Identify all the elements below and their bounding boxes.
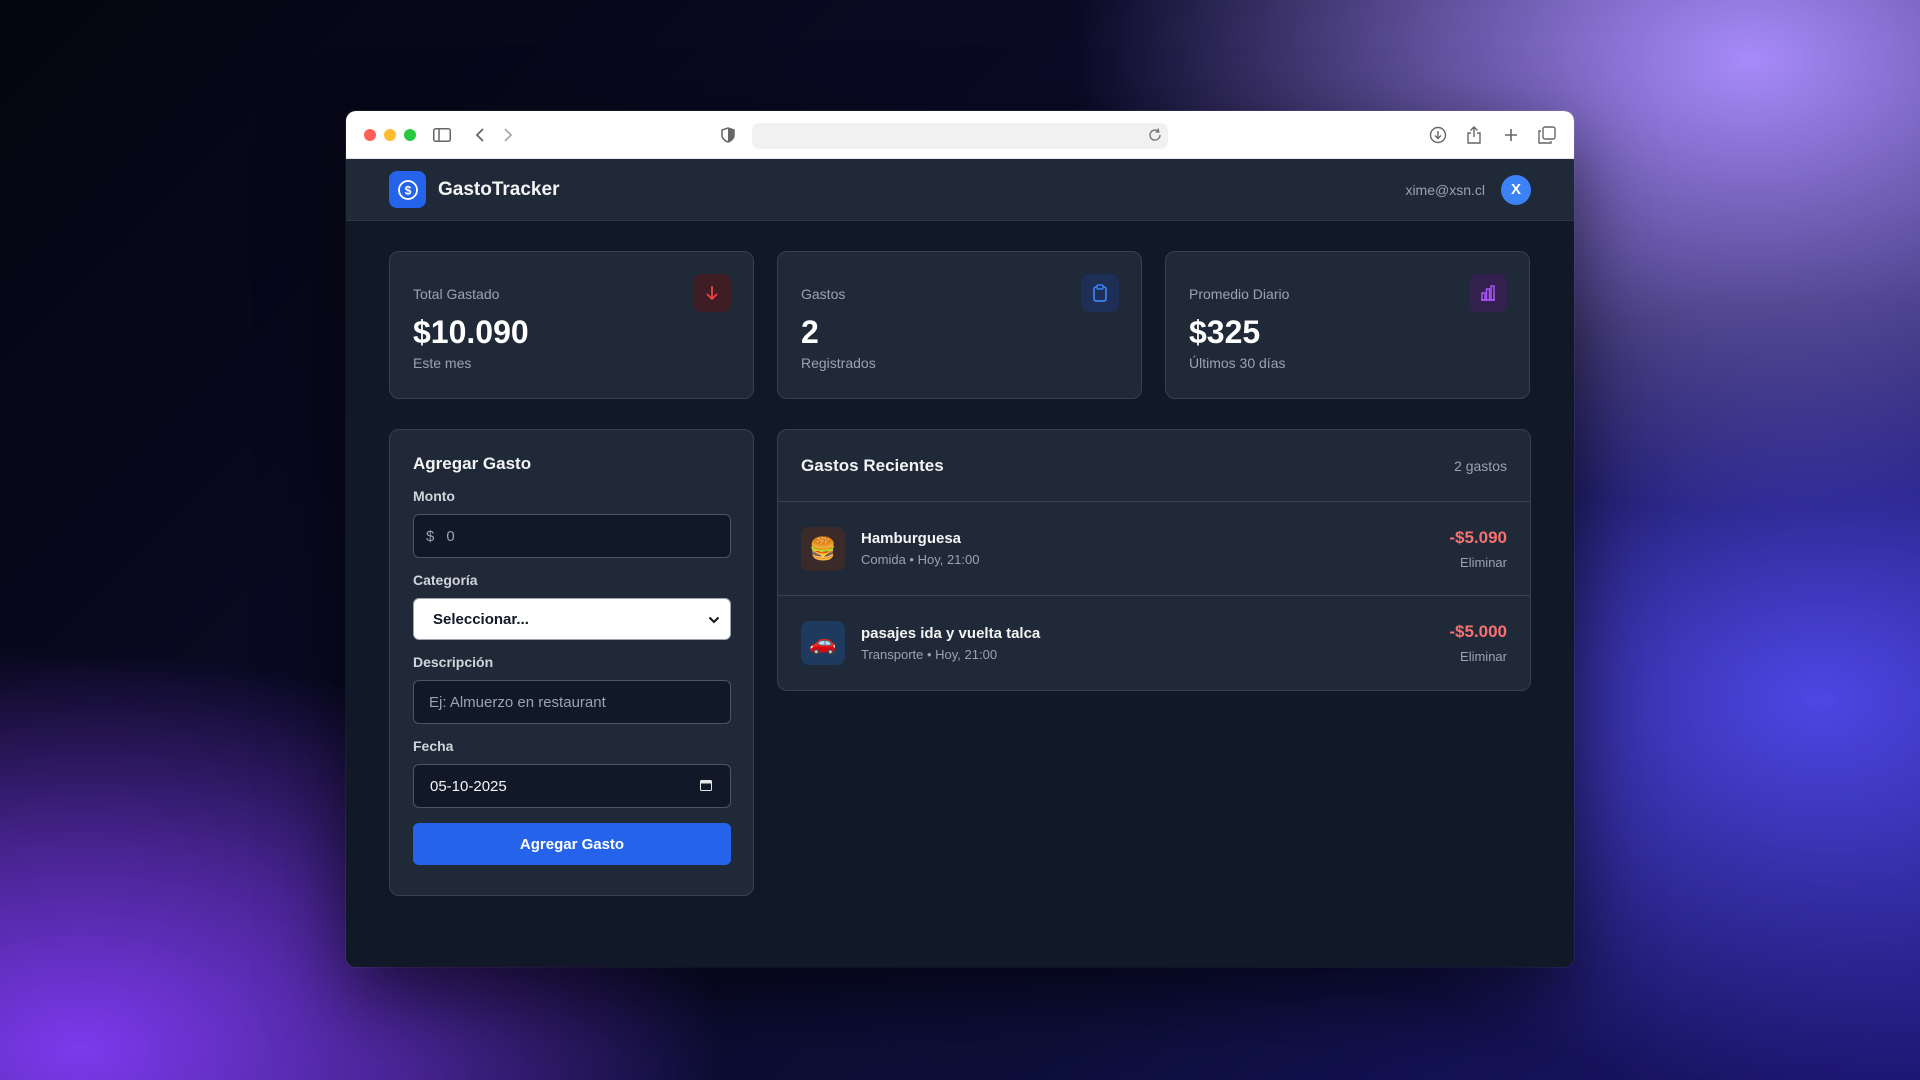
stat-subtitle: Últimos 30 días <box>1189 355 1286 371</box>
chevron-down-icon <box>708 611 720 628</box>
share-icon[interactable] <box>1464 125 1484 145</box>
user-email: xime@xsn.cl <box>1405 181 1485 198</box>
category-select[interactable]: Seleccionar... <box>413 598 731 640</box>
clipboard-icon <box>1081 274 1119 312</box>
date-input[interactable]: 05-10-2025 <box>413 764 731 808</box>
stat-value: $10.090 <box>413 314 529 350</box>
date-value: 05-10-2025 <box>430 777 507 795</box>
stat-subtitle: Este mes <box>413 355 472 371</box>
description-input[interactable]: Ej: Almuerzo en restaurant <box>413 680 731 724</box>
stat-card-count: Gastos 2 Registrados <box>777 251 1142 399</box>
list-item: 🚗 pasajes ida y vuelta talca Transporte … <box>778 596 1530 690</box>
stat-card-total: Total Gastado $10.090 Este mes <box>389 251 754 399</box>
list-item: 🍔 Hamburguesa Comida • Hoy, 21:00 -$5.09… <box>778 502 1530 596</box>
zoom-window-button[interactable] <box>404 128 416 141</box>
category-selected-value: Seleccionar... <box>433 610 529 628</box>
main-content: Total Gastado $10.090 Este mes Gastos 2 … <box>346 221 1574 926</box>
date-label: Fecha <box>413 738 454 754</box>
sidebar-toggle-icon[interactable] <box>432 125 452 145</box>
expense-name: pasajes ida y vuelta talca <box>861 624 1041 642</box>
expense-amount: -$5.000 <box>1449 622 1507 641</box>
arrow-down-icon <box>693 274 731 312</box>
close-window-button[interactable] <box>364 128 376 141</box>
delete-button[interactable]: Eliminar <box>1449 649 1507 664</box>
stat-label: Total Gastado <box>413 286 500 302</box>
stat-label: Gastos <box>801 286 846 302</box>
browser-window: $ GastoTracker xime@xsn.cl X Total Gasta… <box>346 111 1574 967</box>
app-header: $ GastoTracker xime@xsn.cl X <box>346 159 1574 221</box>
dollar-coin-icon: $ <box>389 171 426 208</box>
car-icon: 🚗 <box>801 621 845 665</box>
category-label: Categoría <box>413 572 478 588</box>
recent-expenses-header: Gastos Recientes 2 gastos <box>778 430 1530 502</box>
currency-symbol: $ <box>426 527 435 545</box>
stat-label: Promedio Diario <box>1189 286 1290 302</box>
minimize-window-button[interactable] <box>384 128 396 141</box>
expense-name: Hamburguesa <box>861 530 962 547</box>
delete-button[interactable]: Eliminar <box>1449 555 1507 570</box>
form-title: Agregar Gasto <box>413 454 532 473</box>
add-expense-button[interactable]: Agregar Gasto <box>413 823 731 865</box>
stat-value: 2 <box>801 314 819 350</box>
expense-meta: Transporte • Hoy, 21:00 <box>861 646 998 662</box>
calendar-icon[interactable] <box>700 778 712 795</box>
expense-count: 2 gastos <box>1454 457 1507 474</box>
address-bar[interactable] <box>752 123 1168 149</box>
description-placeholder: Ej: Almuerzo en restaurant <box>429 693 606 711</box>
brand[interactable]: $ GastoTracker <box>389 171 559 208</box>
window-controls <box>364 128 416 141</box>
burger-icon: 🍔 <box>801 526 845 571</box>
tab-overview-icon[interactable] <box>1537 125 1557 145</box>
user-menu: xime@xsn.cl X <box>1405 174 1531 205</box>
recent-expenses: Gastos Recientes 2 gastos 🍔 Hamburguesa … <box>777 429 1531 691</box>
stat-card-average: Promedio Diario $325 Últimos 30 días <box>1165 251 1530 399</box>
amount-input[interactable]: $ 0 <box>413 514 731 558</box>
stat-value: $325 <box>1189 314 1261 350</box>
amount-label: Monto <box>413 488 455 504</box>
downloads-icon[interactable] <box>1428 125 1448 145</box>
stat-subtitle: Registrados <box>801 355 876 371</box>
svg-text:$: $ <box>404 183 411 197</box>
privacy-shield-icon[interactable] <box>718 125 738 145</box>
stats-row: Total Gastado $10.090 Este mes Gastos 2 … <box>389 251 1531 399</box>
description-label: Descripción <box>413 654 494 670</box>
amount-placeholder: 0 <box>446 527 455 545</box>
avatar[interactable]: X <box>1501 174 1531 205</box>
expense-meta: Comida • Hoy, 21:00 <box>861 552 980 567</box>
browser-toolbar <box>346 111 1574 159</box>
recent-title: Gastos Recientes <box>801 455 944 475</box>
reload-icon[interactable] <box>1146 126 1164 149</box>
back-icon[interactable] <box>470 125 490 145</box>
bar-chart-icon <box>1469 274 1507 312</box>
new-tab-icon[interactable] <box>1501 125 1521 145</box>
add-expense-form: Agregar Gasto Monto $ 0 Categoría Selecc… <box>389 429 754 896</box>
main-row: Agregar Gasto Monto $ 0 Categoría Selecc… <box>389 429 1531 896</box>
brand-name: GastoTracker <box>438 178 560 200</box>
expense-amount: -$5.090 <box>1449 528 1507 547</box>
forward-icon[interactable] <box>498 125 518 145</box>
